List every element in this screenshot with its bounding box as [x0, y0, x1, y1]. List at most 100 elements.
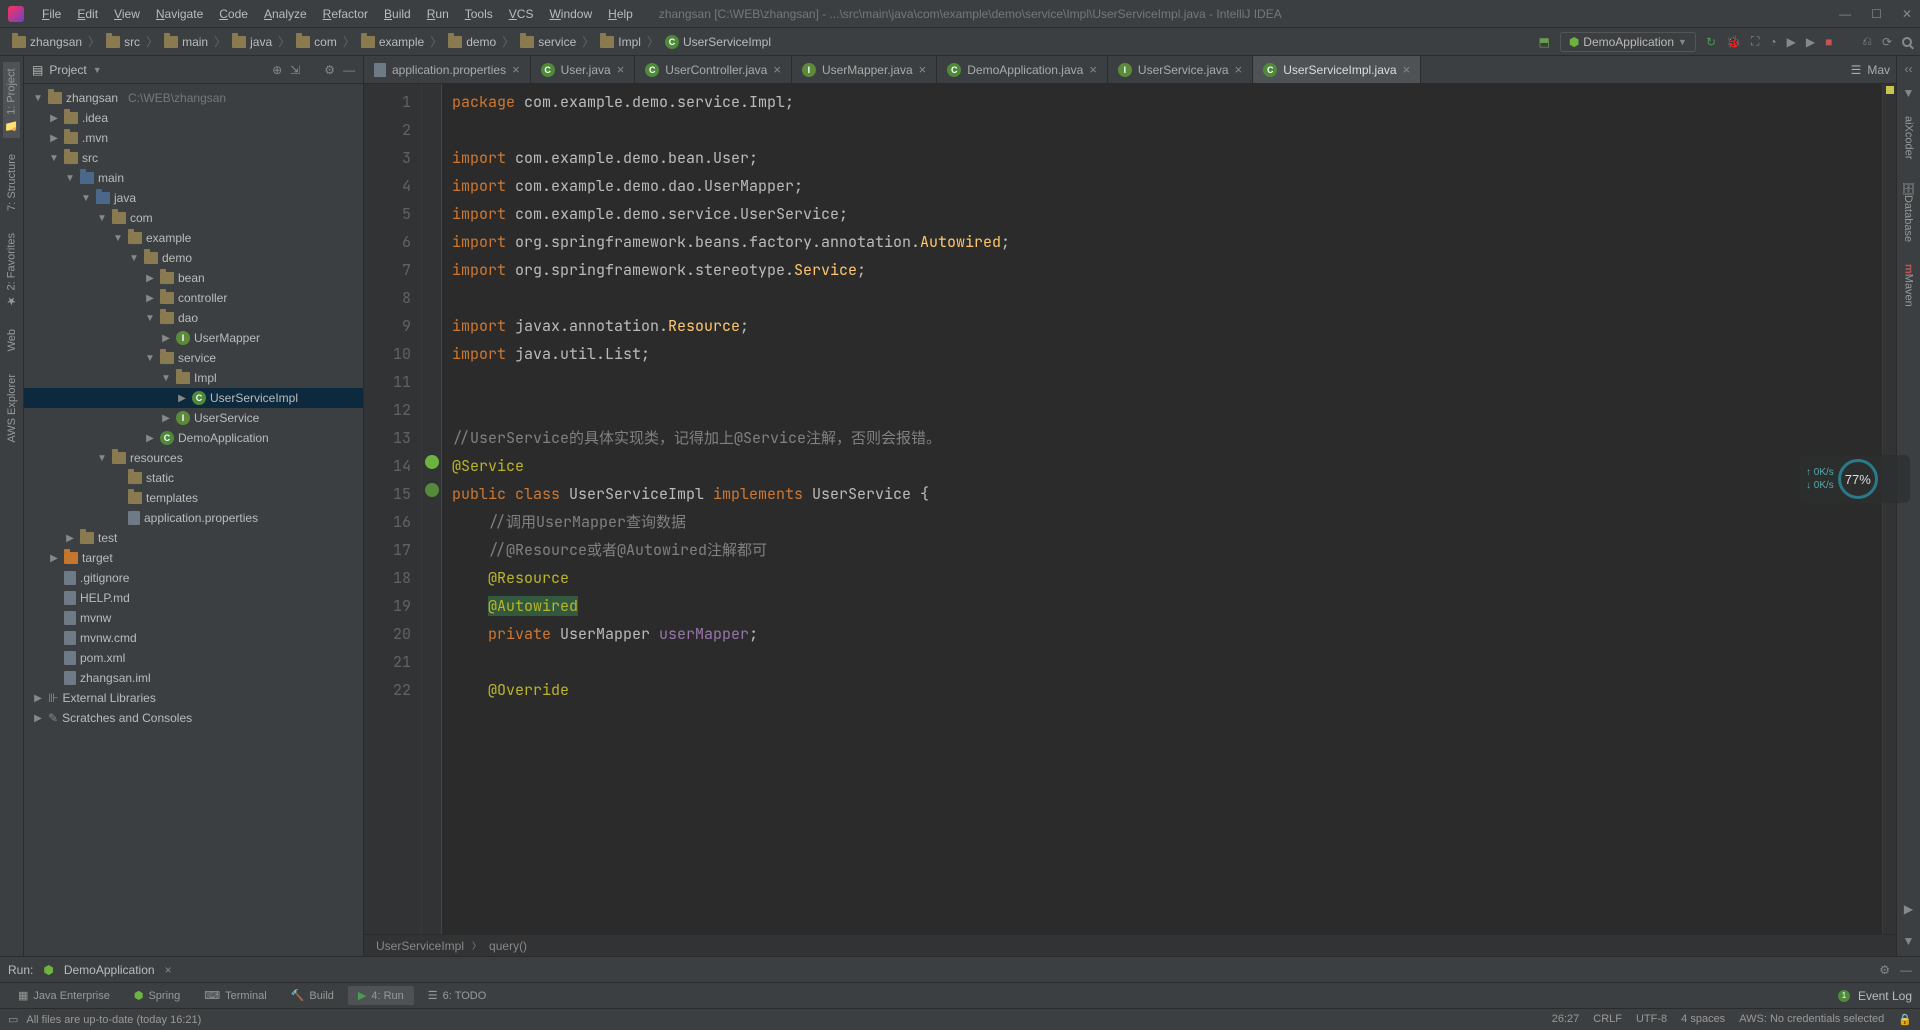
tree-node[interactable]: mvnw — [24, 608, 363, 628]
expand-icon[interactable]: ▼ — [1903, 86, 1915, 100]
code-line[interactable] — [452, 116, 1882, 144]
tree-node[interactable]: ▼service — [24, 348, 363, 368]
code-line[interactable]: @Autowired — [452, 592, 1882, 620]
menu-help[interactable]: Help — [602, 5, 639, 23]
error-stripe[interactable] — [1882, 84, 1896, 934]
tree-node[interactable]: ▶CDemoApplication — [24, 428, 363, 448]
close-tab-icon[interactable]: × — [165, 963, 172, 977]
breadcrumb-item[interactable]: service — [516, 35, 580, 49]
tree-node[interactable]: ▶.idea — [24, 108, 363, 128]
menu-edit[interactable]: Edit — [71, 5, 104, 23]
project-tree[interactable]: ▼zhangsanC:\WEB\zhangsan▶.idea▶.mvn▼src▼… — [24, 84, 363, 956]
code-line[interactable]: //UserService的具体实现类，记得加上@Service注解，否则会报错… — [452, 424, 1882, 452]
breadcrumb-item[interactable]: demo — [444, 35, 500, 49]
tree-node[interactable]: HELP.md — [24, 588, 363, 608]
tree-node[interactable]: ▶CUserServiceImpl — [24, 388, 363, 408]
tree-node[interactable]: ▶IUserService — [24, 408, 363, 428]
file-encoding[interactable]: UTF-8 — [1636, 1013, 1667, 1026]
update-icon[interactable]: ⟳ — [1882, 35, 1892, 49]
collapse2-icon[interactable]: ▼ — [1903, 934, 1915, 948]
close-icon[interactable]: ✕ — [1902, 7, 1912, 21]
more-tabs[interactable]: Mav — [1867, 63, 1890, 77]
gear-icon[interactable]: ⚙ — [1879, 963, 1890, 977]
bottom-tab[interactable]: ☰6: TODO — [418, 986, 496, 1005]
code-line[interactable]: package com.example.demo.service.Impl; — [452, 88, 1882, 116]
git-icon[interactable]: ⎌ — [1862, 34, 1872, 49]
tree-node[interactable]: ▼Impl — [24, 368, 363, 388]
debug-icon[interactable]: 🐞 — [1726, 35, 1741, 49]
menu-build[interactable]: Build — [378, 5, 417, 23]
hide-icon[interactable]: — — [343, 63, 355, 77]
play-icon[interactable]: ▶ — [1787, 35, 1796, 49]
crumb-class[interactable]: UserServiceImpl — [376, 939, 464, 953]
code-line[interactable]: @Override — [452, 676, 1882, 704]
tree-node[interactable]: ▶controller — [24, 288, 363, 308]
crumb-method[interactable]: query() — [489, 939, 527, 953]
close-tab-icon[interactable]: × — [1403, 62, 1411, 77]
debug2-icon[interactable]: ▶ — [1806, 35, 1815, 49]
close-tab-icon[interactable]: × — [1235, 62, 1243, 77]
coverage-icon[interactable]: ⛶ — [1751, 34, 1759, 49]
tree-node[interactable]: ▶✎Scratches and Consoles — [24, 708, 363, 728]
menu-analyze[interactable]: Analyze — [258, 5, 313, 23]
breadcrumb-item[interactable]: Impl — [596, 35, 645, 49]
lock-icon[interactable]: 🔒 — [1898, 1013, 1912, 1026]
tree-node[interactable]: ▶test — [24, 528, 363, 548]
tree-node[interactable]: application.properties — [24, 508, 363, 528]
tree-node[interactable]: zhangsan.iml — [24, 668, 363, 688]
cpu-widget[interactable]: ↑ 0K/s ↓ 0K/s 77% — [1800, 455, 1910, 503]
code-line[interactable]: import com.example.demo.bean.User; — [452, 144, 1882, 172]
code-line[interactable]: //调用UserMapper查询数据 — [452, 508, 1882, 536]
spring-bean-icon[interactable] — [425, 455, 439, 469]
close-tab-icon[interactable]: × — [1089, 62, 1097, 77]
side-tab-aws[interactable]: AWS Explorer — [4, 368, 20, 449]
code-line[interactable] — [452, 284, 1882, 312]
side-tab-structure[interactable]: 7: Structure — [4, 148, 20, 217]
status-icon[interactable]: ▭ — [8, 1013, 18, 1026]
close-tab-icon[interactable]: × — [919, 62, 927, 77]
tree-node[interactable]: ▶⊪External Libraries — [24, 688, 363, 708]
code-line[interactable]: //@Resource或者@Autowired注解都可 — [452, 536, 1882, 564]
breadcrumb-item[interactable]: zhangsan — [8, 35, 86, 49]
tree-node[interactable]: ▶target — [24, 548, 363, 568]
tree-node[interactable]: ▶.mvn — [24, 128, 363, 148]
code-line[interactable]: import com.example.demo.dao.UserMapper; — [452, 172, 1882, 200]
editor-tab[interactable]: IUserMapper.java× — [792, 56, 937, 83]
tree-node[interactable]: ▼demo — [24, 248, 363, 268]
breadcrumb-item[interactable]: src — [102, 35, 144, 49]
implements-icon[interactable] — [425, 483, 439, 497]
run-icon[interactable]: ↻ — [1706, 35, 1716, 49]
editor-tab[interactable]: application.properties× — [364, 56, 531, 83]
tree-node[interactable]: ▶bean — [24, 268, 363, 288]
tree-node[interactable]: ▼com — [24, 208, 363, 228]
search-icon[interactable] — [1902, 37, 1912, 47]
caret-position[interactable]: 26:27 — [1552, 1013, 1580, 1026]
tree-node[interactable]: ▼main — [24, 168, 363, 188]
editor-tab[interactable]: IUserService.java× — [1108, 56, 1253, 83]
tree-node[interactable]: ▼java — [24, 188, 363, 208]
tree-node[interactable]: ▶IUserMapper — [24, 328, 363, 348]
side-tab-maven[interactable]: mMaven — [1901, 258, 1917, 313]
stop-icon[interactable]: ■ — [1825, 35, 1832, 49]
breadcrumb-item[interactable]: com — [292, 35, 341, 49]
editor-tab[interactable]: CUserServiceImpl.java× — [1253, 56, 1421, 83]
locate-icon[interactable]: ⊕ — [272, 63, 282, 77]
code-line[interactable]: @Resource — [452, 564, 1882, 592]
tree-node[interactable]: .gitignore — [24, 568, 363, 588]
build-icon[interactable]: ⬒ — [1538, 35, 1549, 49]
tree-node[interactable]: pom.xml — [24, 648, 363, 668]
event-log-button[interactable]: Event Log — [1858, 989, 1912, 1003]
tree-node[interactable]: templates — [24, 488, 363, 508]
menu-view[interactable]: View — [108, 5, 146, 23]
expand-icon[interactable]: ⇲ — [290, 63, 300, 77]
line-ending[interactable]: CRLF — [1593, 1013, 1622, 1026]
tree-node[interactable]: static — [24, 468, 363, 488]
bottom-tab[interactable]: ⬢Spring — [124, 986, 190, 1005]
code-line[interactable]: @Service — [452, 452, 1882, 480]
code-line[interactable]: import java.util.List; — [452, 340, 1882, 368]
run-config-name[interactable]: DemoApplication — [64, 963, 155, 977]
tree-node[interactable]: mvnw.cmd — [24, 628, 363, 648]
play-icon[interactable]: ▶ — [1904, 902, 1913, 916]
breadcrumb-item[interactable]: main — [160, 35, 212, 49]
indent-info[interactable]: 4 spaces — [1681, 1013, 1725, 1026]
